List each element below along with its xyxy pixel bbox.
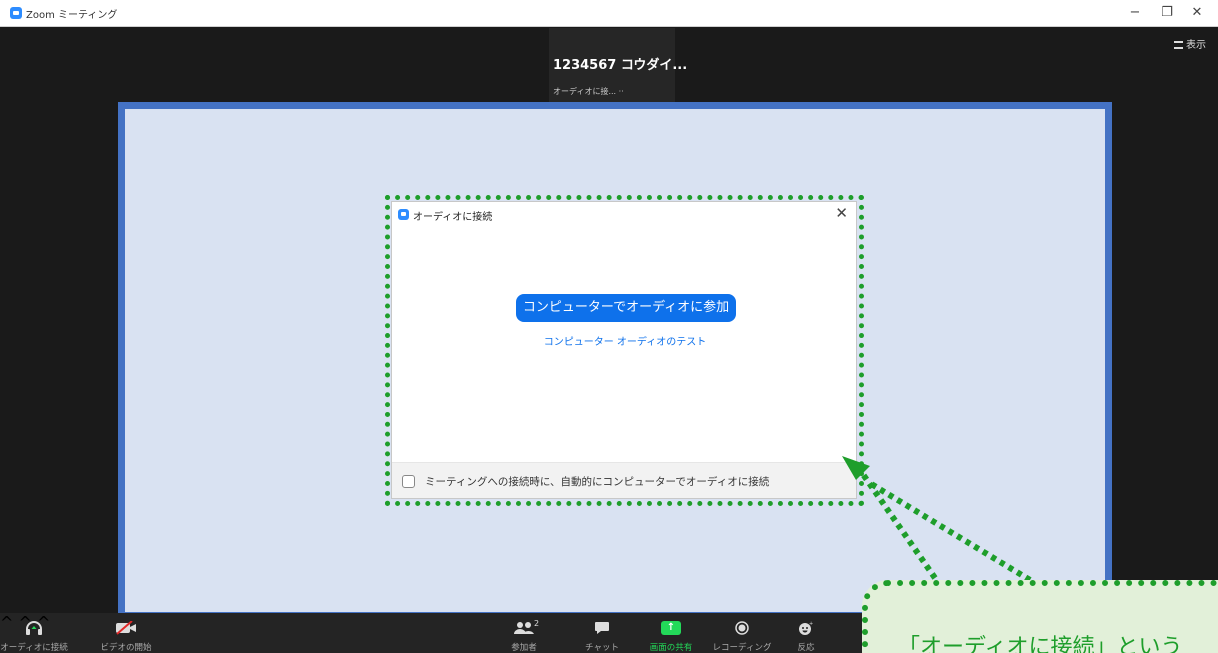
callout-text: 「オーディオに接続」という — [898, 635, 1183, 653]
callout-arrow — [842, 456, 1032, 583]
zoom-window: Zoom ミーティング − ❐ ✕ 表示 1234567 コウダイ... オーデ… — [0, 0, 1218, 653]
annotation-callout: 「オーディオに接続」という — [862, 580, 1218, 653]
